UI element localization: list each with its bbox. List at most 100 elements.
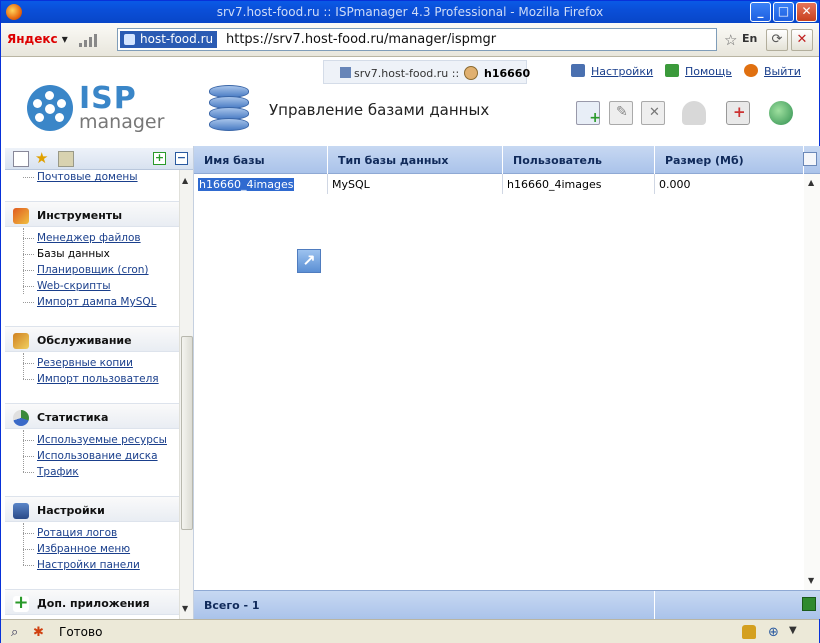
lock-icon[interactable] <box>742 625 756 639</box>
site-identity-badge[interactable]: host-food.ru <box>120 31 218 48</box>
sidebar-group-title: Обслуживание <box>37 334 132 347</box>
sidebar-group-tools[interactable]: Инструменты <box>5 201 179 227</box>
user-name: h16660 <box>484 67 531 80</box>
search-icon[interactable]: ⌕ <box>11 625 25 640</box>
edit-icon[interactable]: ✎ <box>609 101 633 125</box>
help-link[interactable]: Помощь <box>685 65 732 78</box>
settings-monitor-icon <box>13 503 29 519</box>
maximize-button[interactable]: □ <box>773 2 794 22</box>
page-content: srv7.host-food.ru :: h16660 Настройки По… <box>1 57 820 620</box>
sidebar-item-disk-usage[interactable]: Использование диска <box>23 450 158 462</box>
cell-db-type: MySQL <box>328 174 503 194</box>
chevron-down-icon[interactable]: ▼ <box>789 625 803 639</box>
settings-link[interactable]: Настройки <box>591 65 653 78</box>
user-icon <box>464 66 478 80</box>
web-interface-icon[interactable] <box>769 101 793 125</box>
translate-icon[interactable]: En <box>742 32 757 45</box>
column-header-size[interactable]: Размер (Мб) <box>655 146 804 174</box>
sidebar-group-title: Доп. приложения <box>37 597 150 610</box>
sidebar-item-file-manager[interactable]: Менеджер файлов <box>23 232 141 244</box>
sidebar-group-extra-apps[interactable]: + Доп. приложения <box>5 589 179 615</box>
sidebar-group-title: Настройки <box>37 504 105 517</box>
sidebar-group-title: Статистика <box>37 411 109 424</box>
sidebar-item-user-import[interactable]: Импорт пользователя <box>23 373 159 385</box>
expand-all-icon[interactable]: + <box>153 152 166 165</box>
sidebar-item-panel-settings[interactable]: Настройки панели <box>23 559 140 571</box>
window-title: srv7.host-food.ru :: ISPmanager 4.3 Prof… <box>216 5 604 19</box>
delete-icon[interactable]: ✕ <box>641 101 665 125</box>
user-info-bar: srv7.host-food.ru :: h16660 <box>323 60 531 84</box>
scrollbar-thumb[interactable] <box>181 336 193 530</box>
table-row[interactable]: h16660_4images MySQL h16660_4images 0.00… <box>194 174 804 194</box>
users-icon[interactable] <box>682 101 706 125</box>
column-header-db-type[interactable]: Тип базы данных <box>328 146 503 174</box>
backup-icon[interactable]: + <box>726 101 750 125</box>
host-label: srv7.host-food.ru :: <box>354 67 460 80</box>
briefcase-icon[interactable] <box>58 151 74 167</box>
scroll-down-icon[interactable]: ▼ <box>808 576 814 585</box>
sidebar-item-log-rotation[interactable]: Ротация логов <box>23 527 117 539</box>
scroll-down-icon[interactable]: ▼ <box>182 604 188 613</box>
column-settings-icon[interactable] <box>803 152 817 166</box>
sidebar-item-favorite-menu[interactable]: Избранное меню <box>23 543 130 555</box>
addon-icon[interactable]: ✱ <box>33 625 47 640</box>
table-scrollbar[interactable]: ▲ ▼ <box>804 174 820 590</box>
cell-user: h16660_4images <box>503 174 655 194</box>
address-bar[interactable]: host-food.ru https://srv7.host-food.ru/m… <box>117 28 757 51</box>
sidebar-group-statistics[interactable]: Статистика <box>5 403 179 429</box>
minimize-button[interactable]: _ <box>750 2 771 22</box>
database-icon <box>209 85 249 131</box>
navigation-toolbar: Яндекс ▾ host-food.ru https://srv7.host-… <box>1 23 819 57</box>
cell-db-name[interactable]: h16660_4images <box>194 174 328 194</box>
sidebar-group-maintenance[interactable]: Обслуживание <box>5 326 179 352</box>
bookmark-star-icon[interactable]: ☆ <box>724 31 737 49</box>
ispmanager-logo[interactable]: ISP manager <box>27 81 167 137</box>
sidebar-item-resources[interactable]: Используемые ресурсы <box>23 434 167 446</box>
status-bar: ⌕ ✱ Готово ⊕ ▼ <box>1 619 819 643</box>
zoom-icon[interactable]: ⊕ <box>768 625 782 640</box>
database-table: Имя базы Тип базы данных Пользователь Ра… <box>193 146 820 620</box>
sidebar-group-title: Инструменты <box>37 209 123 222</box>
sidebar-item-cron[interactable]: Планировщик (cron) <box>23 264 149 276</box>
settings-icon[interactable] <box>571 64 585 77</box>
selected-db-name[interactable]: h16660_4images <box>198 178 295 191</box>
sidebar-item-mysql-import[interactable]: Импорт дампа MySQL <box>23 296 157 308</box>
scroll-up-icon[interactable]: ▲ <box>808 178 814 187</box>
reload-icon[interactable]: ⟳ <box>766 29 788 51</box>
export-excel-icon[interactable] <box>802 597 816 611</box>
url-text[interactable]: https://srv7.host-food.ru/manager/ispmgr <box>226 32 496 47</box>
sidebar-item-databases[interactable]: Базы данных <box>23 248 110 260</box>
open-database-arrow-icon[interactable]: ↗ <box>297 249 321 273</box>
tools-icon <box>13 208 29 224</box>
sidebar-item-mail-domains[interactable]: Почтовые домены <box>23 171 138 183</box>
sidebar-item-traffic[interactable]: Трафик <box>23 466 79 478</box>
table-header: Имя базы Тип базы данных Пользователь Ра… <box>194 146 820 174</box>
add-apps-icon: + <box>13 592 29 613</box>
firefox-window: srv7.host-food.ru :: ISPmanager 4.3 Prof… <box>0 0 820 643</box>
logo-flower-icon <box>27 85 73 131</box>
logout-icon[interactable] <box>744 64 758 77</box>
create-database-icon[interactable]: + <box>576 101 601 126</box>
sidebar-group-settings[interactable]: Настройки <box>5 496 179 522</box>
help-icon[interactable] <box>665 64 679 77</box>
column-header-user[interactable]: Пользователь <box>503 146 655 174</box>
sidebar-item-backups[interactable]: Резервные копии <box>23 357 133 369</box>
yandex-label: Яндекс <box>7 32 58 46</box>
menu-list-icon[interactable] <box>13 151 29 167</box>
statistics-icon <box>13 410 29 426</box>
column-header-db-name[interactable]: Имя базы <box>194 146 328 174</box>
close-button[interactable]: ✕ <box>796 2 817 22</box>
title-bar: srv7.host-food.ru :: ISPmanager 4.3 Prof… <box>1 1 819 23</box>
sidebar-item-web-scripts[interactable]: Web-скрипты <box>23 280 111 292</box>
yandex-button[interactable]: Яндекс ▾ <box>7 32 68 46</box>
signal-icon[interactable] <box>79 33 105 47</box>
total-count: Всего - 1 <box>204 599 260 612</box>
scroll-up-icon[interactable]: ▲ <box>182 176 188 185</box>
cell-size: 0.000 <box>659 178 691 191</box>
logout-link[interactable]: Выйти <box>764 65 801 78</box>
sidebar-scrollbar[interactable]: ▲ ▼ <box>179 170 194 619</box>
favorites-star-icon[interactable]: ★ <box>35 151 51 167</box>
collapse-all-icon[interactable]: − <box>175 152 188 165</box>
stop-icon[interactable]: ✕ <box>791 29 813 51</box>
status-text: Готово <box>59 625 103 639</box>
